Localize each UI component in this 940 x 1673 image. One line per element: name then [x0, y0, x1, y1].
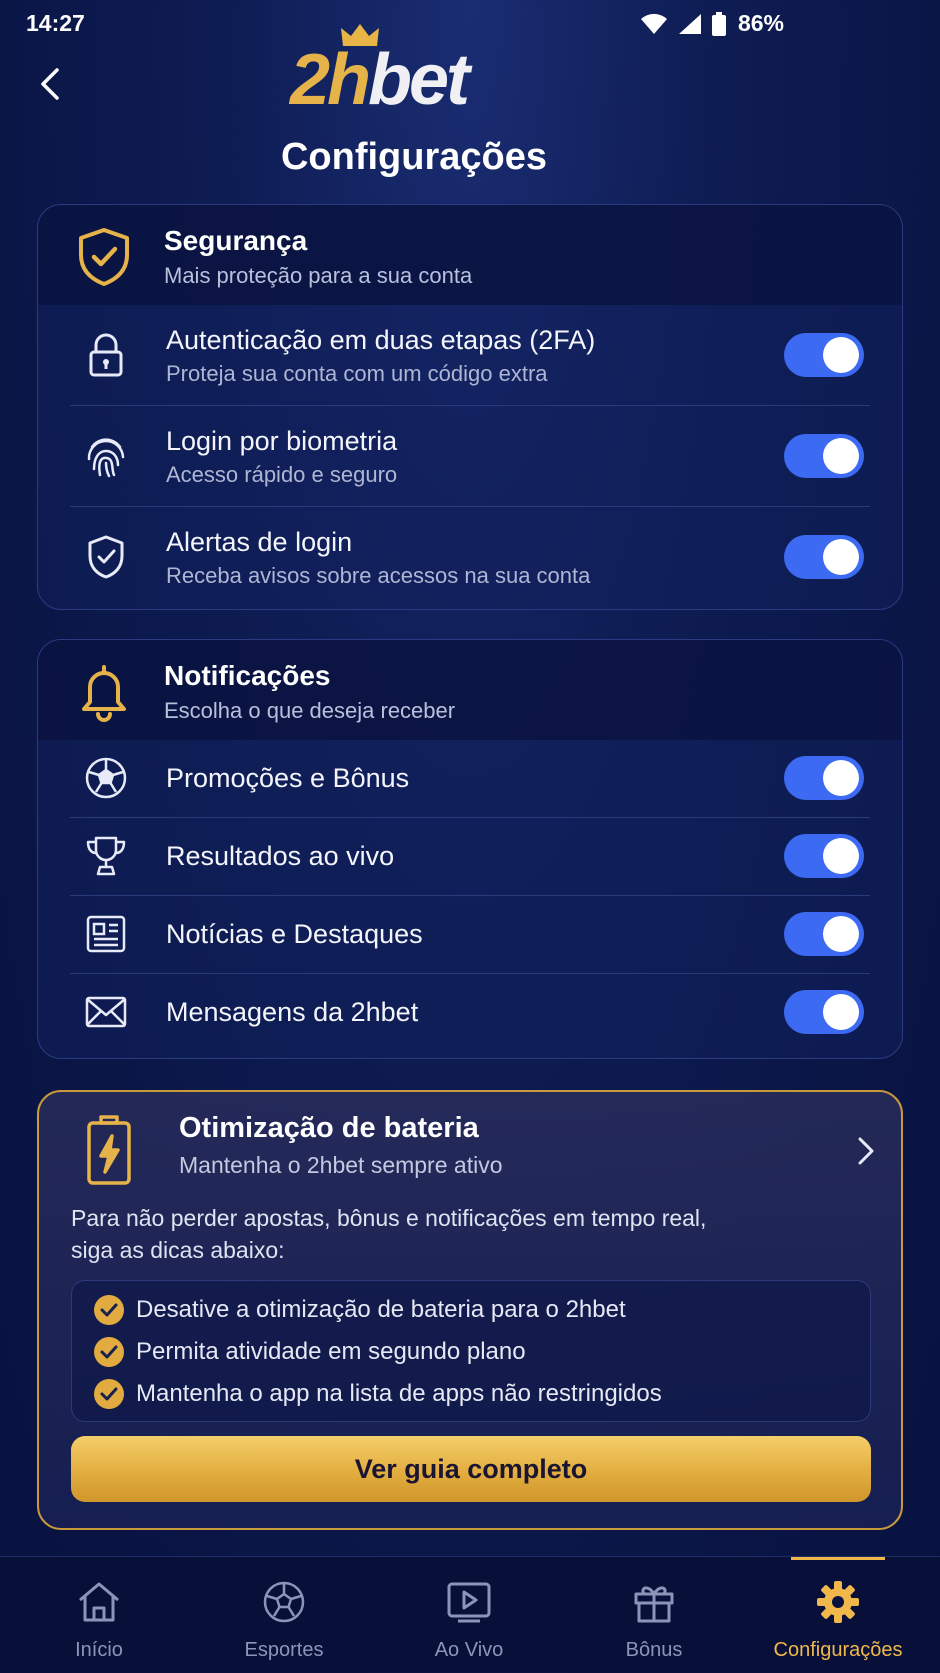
- back-button[interactable]: [30, 60, 70, 108]
- setting-row-promotions: Promoções e Bônus: [70, 740, 870, 818]
- signal-icon: [678, 13, 701, 34]
- battery-percent: 86%: [737, 10, 784, 36]
- notifications-header: Notificações Escolha o que deseja recebe…: [38, 640, 902, 740]
- gift-icon: [629, 1577, 679, 1627]
- toggle-knob: [823, 760, 859, 796]
- toggle-promotions[interactable]: [784, 756, 864, 800]
- security-header: Segurança Mais proteção para a sua conta: [38, 205, 902, 305]
- toggle-live-results[interactable]: [784, 834, 864, 878]
- bell-icon: [74, 662, 134, 722]
- security-subtitle: Mais proteção para a sua conta: [164, 263, 473, 288]
- nav-label: Ao Vivo: [434, 1639, 504, 1661]
- toggle-knob: [823, 337, 859, 373]
- toggle-login-alerts[interactable]: [784, 535, 864, 579]
- trophy-icon: [82, 832, 130, 880]
- setting-row-messages: Mensagens da 2hbet: [70, 974, 870, 1051]
- setting-row-login-alerts: Alertas de login Receba avisos sobre ace…: [70, 507, 870, 607]
- check-circle-icon: [94, 1295, 124, 1325]
- notifications-subtitle: Escolha o que deseja receber: [164, 698, 456, 723]
- battery-title: Otimização de bateria: [179, 1112, 479, 1144]
- soccer-ball-icon: [259, 1577, 309, 1627]
- setting-title: Autenticação em duas etapas (2FA): [166, 325, 596, 355]
- setting-row-live-results: Resultados ao vivo: [70, 818, 870, 896]
- toggle-2fa[interactable]: [784, 333, 864, 377]
- tip-item: Desative a otimização de bateria para o …: [94, 1295, 626, 1325]
- view-full-guide-button[interactable]: Ver guia completo: [71, 1436, 871, 1502]
- battery-tips: Desative a otimização de bateria para o …: [71, 1280, 871, 1422]
- gear-icon: [813, 1577, 863, 1627]
- setting-title: Resultados ao vivo: [166, 841, 395, 871]
- battery-description: Para não perder apostas, bônus e notific…: [71, 1205, 707, 1263]
- nav-tab-live[interactable]: Ao Vivo: [375, 1557, 563, 1673]
- tip-item: Mantenha o app na lista de apps não rest…: [94, 1379, 662, 1409]
- toggle-news[interactable]: [784, 912, 864, 956]
- notifications-card: Notificações Escolha o que deseja recebe…: [37, 639, 903, 1059]
- status-time: 14:27: [26, 10, 85, 36]
- tip-item: Permita atividade em segundo plano: [94, 1337, 526, 1367]
- setting-row-news: Notícias e Destaques: [70, 896, 870, 974]
- toggle-knob: [823, 916, 859, 952]
- newspaper-icon: [82, 910, 130, 958]
- setting-row-biometrics: Login por biometria Acesso rápido e segu…: [70, 406, 870, 507]
- toggle-knob: [823, 438, 859, 474]
- chevron-right-icon[interactable]: [857, 1136, 875, 1171]
- shield-check-icon: [82, 533, 130, 581]
- toggle-knob: [823, 994, 859, 1030]
- check-circle-icon: [94, 1337, 124, 1367]
- logo-text: 2hbet: [290, 40, 470, 120]
- fingerprint-icon: [82, 432, 130, 480]
- battery-icon: [711, 11, 726, 36]
- security-title: Segurança: [164, 225, 308, 256]
- status-icons: 86%: [640, 10, 784, 37]
- battery-optimization-card[interactable]: Otimização de bateria Mantenha o 2hbet s…: [37, 1090, 903, 1530]
- soccer-ball-icon: [82, 754, 130, 802]
- wifi-icon: [640, 13, 667, 34]
- setting-title: Alertas de login: [166, 527, 353, 557]
- battery-subtitle: Mantenha o 2hbet sempre ativo: [179, 1152, 503, 1178]
- nav-label: Esportes: [244, 1639, 324, 1661]
- home-icon: [74, 1577, 124, 1627]
- toggle-knob: [823, 539, 859, 575]
- nav-label: Bônus: [625, 1639, 683, 1661]
- notifications-title: Notificações: [164, 660, 331, 691]
- setting-title: Mensagens da 2hbet: [166, 997, 419, 1027]
- nav-tab-bonus[interactable]: Bônus: [560, 1557, 748, 1673]
- page-title: Configurações: [280, 136, 548, 178]
- nav-tab-settings[interactable]: Configurações: [744, 1557, 932, 1673]
- check-circle-icon: [94, 1379, 124, 1409]
- setting-subtitle: Receba avisos sobre acessos na sua conta: [166, 563, 591, 588]
- toggle-knob: [823, 838, 859, 874]
- lock-icon: [82, 331, 130, 379]
- setting-subtitle: Acesso rápido e seguro: [166, 462, 398, 487]
- shield-badge-icon: [74, 227, 134, 287]
- toggle-messages[interactable]: [784, 990, 864, 1034]
- brand-logo: 2hbet: [290, 22, 510, 120]
- nav-tab-sports[interactable]: Esportes: [190, 1557, 378, 1673]
- setting-title: Login por biometria: [166, 426, 398, 456]
- nav-label: Configurações: [773, 1639, 903, 1661]
- envelope-icon: [82, 988, 130, 1036]
- setting-row-2fa: Autenticação em duas etapas (2FA) Protej…: [70, 305, 870, 406]
- setting-title: Notícias e Destaques: [166, 919, 423, 949]
- bottom-nav: Início Esportes Ao Vivo Bônus Configuraç…: [0, 1556, 940, 1673]
- setting-title: Promoções e Bônus: [166, 763, 410, 793]
- play-screen-icon: [444, 1577, 494, 1627]
- chevron-left-icon: [41, 68, 59, 100]
- security-card: Segurança Mais proteção para a sua conta…: [37, 204, 903, 610]
- nav-label: Início: [75, 1639, 123, 1661]
- battery-charging-icon: [85, 1114, 145, 1194]
- nav-tab-home[interactable]: Início: [5, 1557, 193, 1673]
- toggle-biometrics[interactable]: [784, 434, 864, 478]
- setting-subtitle: Proteja sua conta com um código extra: [166, 361, 548, 386]
